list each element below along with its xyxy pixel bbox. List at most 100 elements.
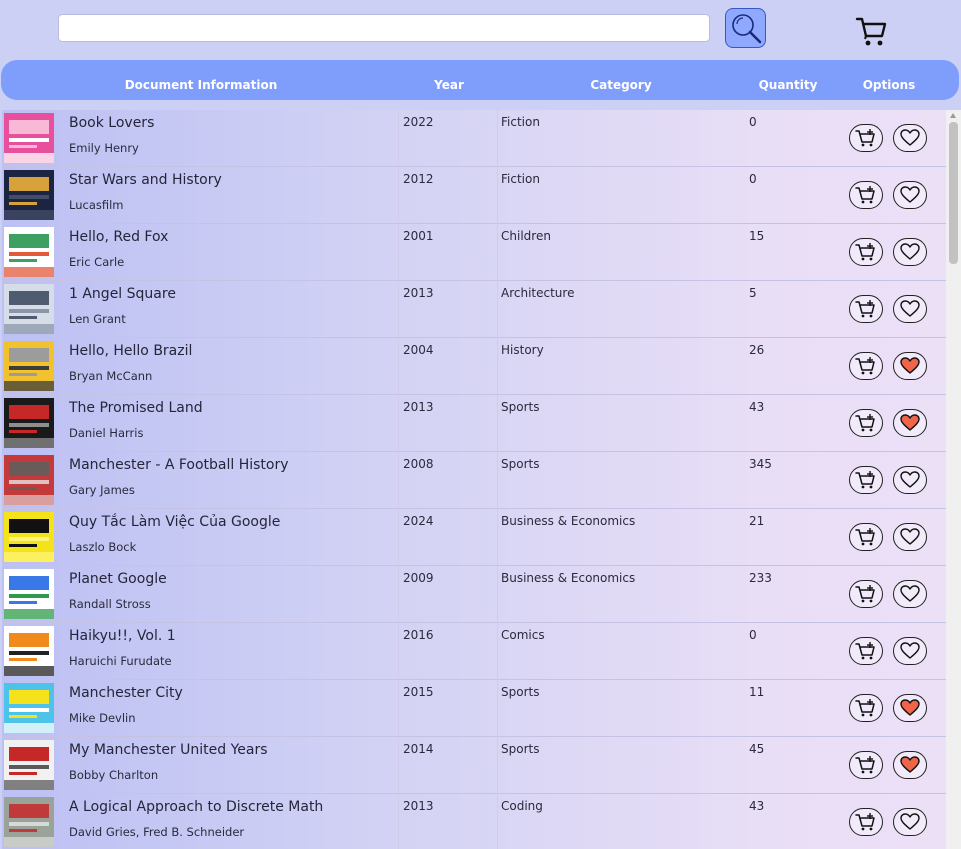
- book-year: 2001: [403, 229, 434, 243]
- add-to-cart-button[interactable]: [849, 580, 883, 608]
- table-row[interactable]: Quy Tắc Làm Việc Của Google Laszlo Bock 20…: [2, 509, 946, 566]
- add-to-cart-button[interactable]: [849, 751, 883, 779]
- book-title[interactable]: The Promised Land: [69, 400, 203, 416]
- book-title[interactable]: Haikyu!!, Vol. 1: [69, 628, 176, 644]
- scroll-up-arrow[interactable]: [950, 113, 956, 118]
- book-title[interactable]: Manchester City: [69, 685, 183, 701]
- column-divider: [398, 167, 399, 224]
- add-to-cart-button[interactable]: [849, 409, 883, 437]
- scrollbar-thumb[interactable]: [949, 122, 958, 264]
- book-cover[interactable]: [4, 569, 54, 619]
- add-to-cart-button[interactable]: [849, 523, 883, 551]
- favorite-button[interactable]: [893, 580, 927, 608]
- book-year: 2016: [403, 628, 434, 642]
- book-cover[interactable]: [4, 113, 54, 163]
- book-cover[interactable]: [4, 512, 54, 562]
- column-document-information: Document Information: [124, 78, 278, 92]
- book-quantity: 345: [749, 457, 772, 471]
- book-year: 2015: [403, 685, 434, 699]
- column-options: Options: [862, 78, 916, 92]
- book-quantity: 233: [749, 571, 772, 585]
- table-row[interactable]: Manchester City Mike Devlin 2015 Sports 11: [2, 680, 946, 737]
- book-cover[interactable]: [4, 626, 54, 676]
- favorite-button[interactable]: [893, 751, 927, 779]
- book-title[interactable]: Star Wars and History: [69, 172, 222, 188]
- column-divider: [497, 566, 498, 623]
- book-title[interactable]: A Logical Approach to Discrete Math: [69, 799, 323, 815]
- book-title[interactable]: My Manchester United Years: [69, 742, 268, 758]
- book-cover[interactable]: [4, 797, 54, 847]
- book-title[interactable]: Manchester - A Football History: [69, 457, 289, 473]
- book-title[interactable]: Quy Tắc Làm Việc Của Google: [69, 514, 280, 530]
- book-cover[interactable]: [4, 398, 54, 448]
- book-author: Len Grant: [69, 312, 126, 326]
- book-author: Mike Devlin: [69, 711, 136, 725]
- column-divider: [398, 623, 399, 680]
- cart-icon: [855, 17, 887, 46]
- book-cover[interactable]: [4, 683, 54, 733]
- table-row[interactable]: 1 Angel Square Len Grant 2013 Architecture 5: [2, 281, 946, 338]
- book-year: 2013: [403, 799, 434, 813]
- book-title[interactable]: 1 Angel Square: [69, 286, 176, 302]
- heart-icon: [900, 357, 920, 375]
- scrollbar[interactable]: [946, 110, 961, 849]
- column-divider: [497, 167, 498, 224]
- column-quantity: Quantity: [758, 78, 818, 92]
- favorite-button[interactable]: [893, 409, 927, 437]
- favorite-button[interactable]: [893, 352, 927, 380]
- add-to-cart-button[interactable]: [849, 295, 883, 323]
- table-row[interactable]: Manchester - A Football History Gary Jame…: [2, 452, 946, 509]
- add-to-cart-button[interactable]: [849, 637, 883, 665]
- table-row[interactable]: Haikyu!!, Vol. 1 Haruichi Furudate 2016 Com…: [2, 623, 946, 680]
- book-title[interactable]: Hello, Red Fox: [69, 229, 168, 245]
- column-divider: [398, 110, 399, 167]
- column-divider: [398, 566, 399, 623]
- table-row[interactable]: The Promised Land Daniel Harris 2013 Sports…: [2, 395, 946, 452]
- heart-icon: [900, 585, 920, 603]
- search-button[interactable]: [725, 8, 766, 48]
- table-row[interactable]: Hello, Red Fox Eric Carle 2001 Children 15: [2, 224, 946, 281]
- favorite-button[interactable]: [893, 124, 927, 152]
- book-title[interactable]: Planet Google: [69, 571, 167, 587]
- favorite-button[interactable]: [893, 637, 927, 665]
- book-cover[interactable]: [4, 170, 54, 220]
- add-to-cart-icon: [855, 755, 877, 775]
- table-row[interactable]: Book Lovers Emily Henry 2022 Fiction 0: [2, 110, 946, 167]
- book-category: Business & Economics: [501, 514, 636, 528]
- favorite-button[interactable]: [893, 694, 927, 722]
- search-input[interactable]: [58, 14, 710, 42]
- heart-icon: [900, 813, 920, 831]
- add-to-cart-button[interactable]: [849, 181, 883, 209]
- book-cover[interactable]: [4, 455, 54, 505]
- book-quantity: 0: [749, 115, 757, 129]
- cart-button[interactable]: [855, 14, 889, 48]
- book-author: Eric Carle: [69, 255, 125, 269]
- book-cover[interactable]: [4, 227, 54, 277]
- favorite-button[interactable]: [893, 523, 927, 551]
- table-row[interactable]: Star Wars and History Lucasfilm 2012 Fictio…: [2, 167, 946, 224]
- add-to-cart-button[interactable]: [849, 238, 883, 266]
- book-title[interactable]: Book Lovers: [69, 115, 154, 131]
- favorite-button[interactable]: [893, 238, 927, 266]
- table-row[interactable]: A Logical Approach to Discrete Math David…: [2, 794, 946, 849]
- favorite-button[interactable]: [893, 808, 927, 836]
- add-to-cart-button[interactable]: [849, 466, 883, 494]
- favorite-button[interactable]: [893, 295, 927, 323]
- favorite-button[interactable]: [893, 466, 927, 494]
- add-to-cart-icon: [855, 812, 877, 832]
- book-cover[interactable]: [4, 740, 54, 790]
- table-row[interactable]: Hello, Hello Brazil Bryan McCann 2004 Histo…: [2, 338, 946, 395]
- table-row[interactable]: Planet Google Randall Stross 2009 Business …: [2, 566, 946, 623]
- book-year: 2024: [403, 514, 434, 528]
- column-divider: [398, 281, 399, 338]
- book-title[interactable]: Hello, Hello Brazil: [69, 343, 192, 359]
- add-to-cart-button[interactable]: [849, 808, 883, 836]
- book-cover[interactable]: [4, 341, 54, 391]
- book-cover[interactable]: [4, 284, 54, 334]
- add-to-cart-button[interactable]: [849, 124, 883, 152]
- add-to-cart-button[interactable]: [849, 694, 883, 722]
- table-row[interactable]: My Manchester United Years Bobby Charlton…: [2, 737, 946, 794]
- add-to-cart-button[interactable]: [849, 352, 883, 380]
- book-category: Sports: [501, 685, 540, 699]
- favorite-button[interactable]: [893, 181, 927, 209]
